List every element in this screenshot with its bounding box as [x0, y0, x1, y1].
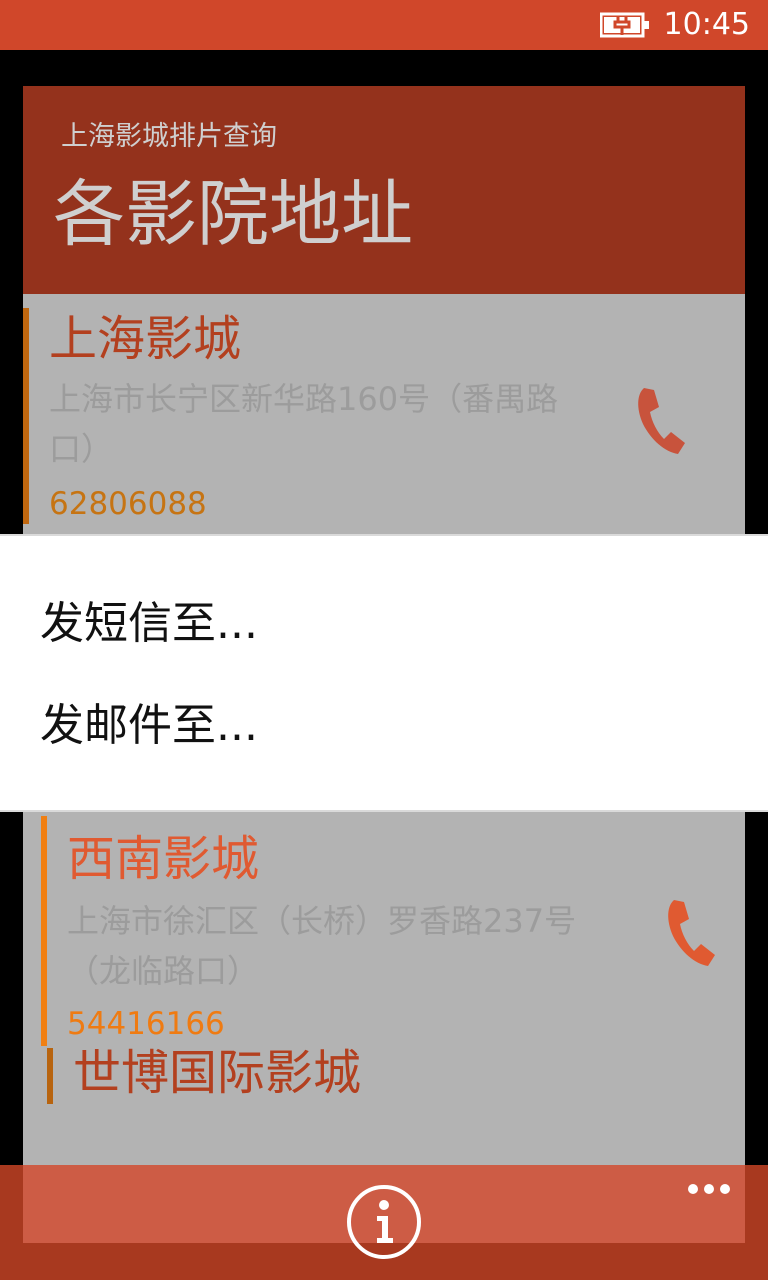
menu-item-send-email[interactable]: 发邮件至...	[40, 696, 258, 756]
phone-icon[interactable]	[665, 894, 719, 970]
page-title: 各影院地址	[53, 172, 414, 256]
more-dot	[704, 1184, 714, 1194]
more-icon[interactable]	[684, 1176, 734, 1200]
status-bar: 10:45	[0, 0, 768, 50]
cinema-name: 西南影城	[67, 831, 260, 887]
accent-bar	[47, 1048, 53, 1104]
cinema-phone: 62806088	[49, 486, 207, 522]
info-icon[interactable]	[345, 1183, 423, 1261]
more-dot	[720, 1184, 730, 1194]
accent-bar	[41, 816, 47, 1046]
cinema-address: 上海市长宁区新华路160号（番禺路口）	[49, 380, 559, 468]
battery-charging-icon	[600, 12, 649, 38]
app-header: 上海影城排片查询 各影院地址	[23, 86, 745, 294]
cinema-item[interactable]: 西南影城 上海市徐汇区（长桥）罗香路237号（龙临路口） 54416166	[23, 816, 745, 1046]
cinema-address: 上海市徐汇区（长桥）罗香路237号（龙临路口）	[67, 902, 577, 990]
app-name: 上海影城排片查询	[61, 121, 277, 152]
cinema-item[interactable]: 上海影城 上海市长宁区新华路160号（番禺路口） 62806088	[23, 308, 745, 528]
phone-icon[interactable]	[635, 382, 689, 458]
cinema-item[interactable]: 世博国际影城	[23, 1045, 745, 1108]
accent-bar	[23, 308, 29, 524]
cinema-name: 世博国际影城	[73, 1045, 362, 1101]
more-dot	[688, 1184, 698, 1194]
cinema-name: 上海影城	[49, 311, 242, 367]
context-menu: 发短信至... 发邮件至...	[0, 534, 768, 812]
cinema-phone: 54416166	[67, 1006, 225, 1042]
menu-item-send-sms[interactable]: 发短信至...	[40, 594, 258, 654]
app-bar	[0, 1165, 768, 1280]
clock: 10:45	[663, 7, 750, 42]
